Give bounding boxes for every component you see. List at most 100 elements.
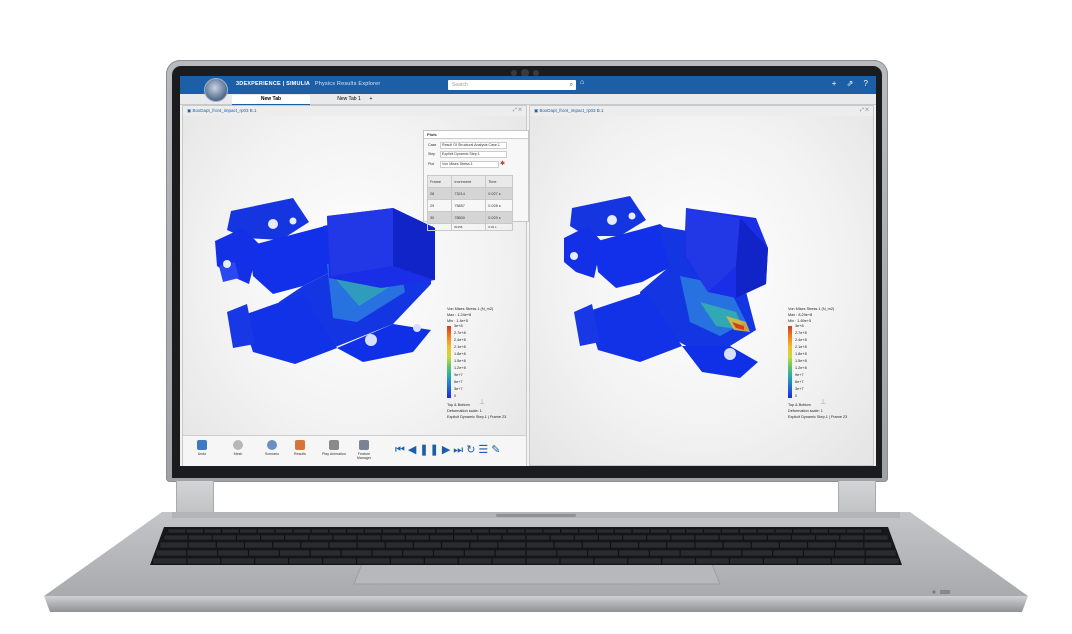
undo-label: Undo — [197, 452, 207, 456]
results-button[interactable]: Results — [287, 440, 313, 456]
legend-tick: 1.8e+8 — [795, 352, 807, 356]
legend-ticks: 3e+8 2.7e+8 2.4e+8 2.1e+8 1.8e+8 1.5e+8 … — [454, 323, 466, 400]
mesh-icon — [233, 440, 243, 450]
pause-icon[interactable]: ❚❚ — [419, 444, 439, 456]
table-header-row: Frame Increment Time — [426, 175, 513, 188]
legend-tick: 2.7e+8 — [795, 331, 807, 335]
feature-manager-label: Feature Manager — [356, 452, 372, 460]
add-icon[interactable]: + — [832, 79, 837, 88]
case-select[interactable]: Result Of Structural Analysis Case.1 — [440, 142, 507, 149]
pane-controls[interactable]: ⤢ ✕ — [513, 107, 522, 113]
last-frame-icon[interactable]: ⏭ — [453, 444, 464, 456]
search-input[interactable]: Search ⌕ — [448, 80, 576, 90]
crash-box-model — [215, 198, 435, 364]
legend-footer-frame: Explicit Dynamic Step.1 | Frame 23 — [788, 415, 848, 419]
table-row[interactable]: 31 81156 0.03 s — [426, 223, 513, 231]
play-icon[interactable]: ▶ — [442, 444, 451, 456]
feature-manager-icon — [359, 440, 369, 450]
frames-table[interactable]: Frame Increment Time 28 73214 0.027 s 29 75… — [426, 175, 513, 231]
plot-select[interactable]: Von Mises Stress.1 — [440, 161, 499, 168]
step-label: Step — [428, 152, 436, 156]
plot-options-icon[interactable]: ✱ — [500, 161, 505, 167]
search-placeholder: Search — [452, 82, 468, 88]
table-row[interactable]: 30 78500 0.029 s — [426, 211, 513, 224]
right-viewer-pane: BoxDapt_front_impact_rp03 B.1 ⤢ ✕ — [529, 105, 874, 466]
legend-tick: 1.5e+8 — [454, 359, 466, 363]
axis-triad-icon: ⊥ — [479, 399, 486, 406]
legend-tick: 3e+7 — [454, 387, 463, 391]
search-icon[interactable]: ⌕ — [570, 80, 573, 90]
topbar-actions: + ⇗ ? — [824, 79, 868, 88]
legend-tick: 3e+7 — [795, 387, 804, 391]
legend-tick: 9e+7 — [454, 373, 463, 377]
add-tab-button[interactable]: + — [366, 95, 376, 104]
play-animation-button[interactable]: Play Animation — [321, 440, 347, 456]
legend-tick: 9e+7 — [795, 373, 804, 377]
app-title: 3DEXPERIENCE | SIMULIA Physics Results E… — [236, 81, 380, 87]
scenario-button[interactable]: Scenario — [259, 440, 285, 456]
cell: 0.029 s — [485, 211, 513, 224]
cell: 81156 — [451, 223, 487, 231]
legend-ticks: 3e+8 2.7e+8 2.4e+8 2.1e+8 1.8e+8 1.5e+8 … — [795, 323, 807, 400]
tag-icon[interactable]: ⌂ — [580, 79, 584, 86]
play-animation-label: Play Animation — [322, 452, 346, 456]
3d-viewport[interactable]: Von Mises Stress.1 (N_m2) Max : 8.29e+8 … — [530, 116, 873, 465]
top-bar: 3DEXPERIENCE | SIMULIA Physics Results E… — [180, 76, 876, 102]
axis-triad-icon: ⊥ — [820, 399, 827, 406]
legend-color-bar — [788, 326, 792, 398]
pane-controls[interactable]: ⤢ ✕ — [860, 107, 869, 113]
ribbon-toolbar: Undo Mesh Scenario Results Play Animatio… — [183, 435, 526, 466]
case-label: Case — [428, 143, 437, 147]
legend-tick: 1.5e+8 — [795, 359, 807, 363]
legend-tick: 2.1e+8 — [795, 345, 807, 349]
player-edit-icon[interactable]: ✎ — [491, 444, 501, 456]
legend-tick: 1.8e+8 — [454, 352, 466, 356]
legend-color-bar — [447, 326, 451, 398]
legend-tick: 1.2e+8 — [454, 366, 466, 370]
player-menu-icon[interactable]: ☰ — [478, 444, 489, 456]
tab-new-tab-1[interactable]: New Tab 1 — [310, 95, 388, 104]
step-select[interactable]: Explicit Dynamic Step.1 — [440, 151, 507, 158]
pane-title: BoxDapt_front_impact_rp03 B.1 — [534, 108, 604, 114]
table-row[interactable]: 28 73214 0.027 s — [426, 187, 513, 200]
app-window: 3DEXPERIENCE | SIMULIA Physics Results E… — [180, 76, 876, 466]
share-icon[interactable]: ⇗ — [847, 79, 854, 88]
legend-tick: 1.2e+8 — [795, 366, 807, 370]
3d-viewport[interactable]: Plots Case Result Of Structural Analysis … — [183, 116, 529, 465]
cell: 78500 — [451, 211, 487, 224]
cell: 0.03 s — [485, 223, 513, 231]
plots-panel[interactable]: Plots Case Result Of Structural Analysis … — [423, 130, 529, 231]
cell: 30 — [426, 211, 453, 224]
play-animation-icon — [329, 440, 339, 450]
plots-header: Plots — [424, 131, 528, 139]
mesh-label: Mesh — [233, 452, 243, 456]
cell: 73214 — [451, 187, 487, 200]
plot-label: Plot — [428, 162, 435, 166]
first-frame-icon[interactable]: ⏮ — [395, 444, 406, 456]
legend-tick: 6e+7 — [454, 380, 463, 384]
legend-tick: 6e+7 — [795, 380, 804, 384]
brand-main: EXPERIENCE | SIMULIA — [243, 81, 311, 87]
scenario-icon — [267, 440, 277, 450]
help-icon[interactable]: ? — [864, 79, 868, 88]
pane-title: BoxDapt_front_impact_rp03 B.1 — [187, 108, 257, 114]
mesh-button[interactable]: Mesh — [225, 440, 251, 456]
col-increment: Increment — [451, 175, 487, 188]
legend-tick: 2.4e+8 — [795, 338, 807, 342]
cell: 0.027 s — [485, 187, 513, 200]
legend-footer-frame: Explicit Dynamic Step.1 | Frame 23 — [447, 415, 507, 419]
cell: 31 — [426, 223, 453, 231]
legend-tick: 3e+8 — [454, 324, 463, 328]
feature-manager-button[interactable]: Feature Manager — [351, 440, 377, 460]
legend-tick: 2.7e+8 — [454, 331, 466, 335]
legend-tick: 3e+8 — [795, 324, 804, 328]
player-controls: ⏮ ◀ ❚❚ ▶ ⏭ ↻ ☰ ✎ — [395, 443, 527, 461]
table-row[interactable]: 29 75857 0.028 s — [426, 199, 513, 212]
undo-button[interactable]: Undo — [189, 440, 215, 456]
compass-icon[interactable] — [204, 78, 228, 102]
cell: 28 — [426, 187, 453, 200]
legend-tick: 0 — [454, 394, 457, 398]
loop-icon[interactable]: ↻ — [466, 444, 476, 456]
tab-bar: New Tab New Tab 1 + — [180, 94, 876, 106]
previous-frame-icon[interactable]: ◀ — [408, 444, 417, 456]
